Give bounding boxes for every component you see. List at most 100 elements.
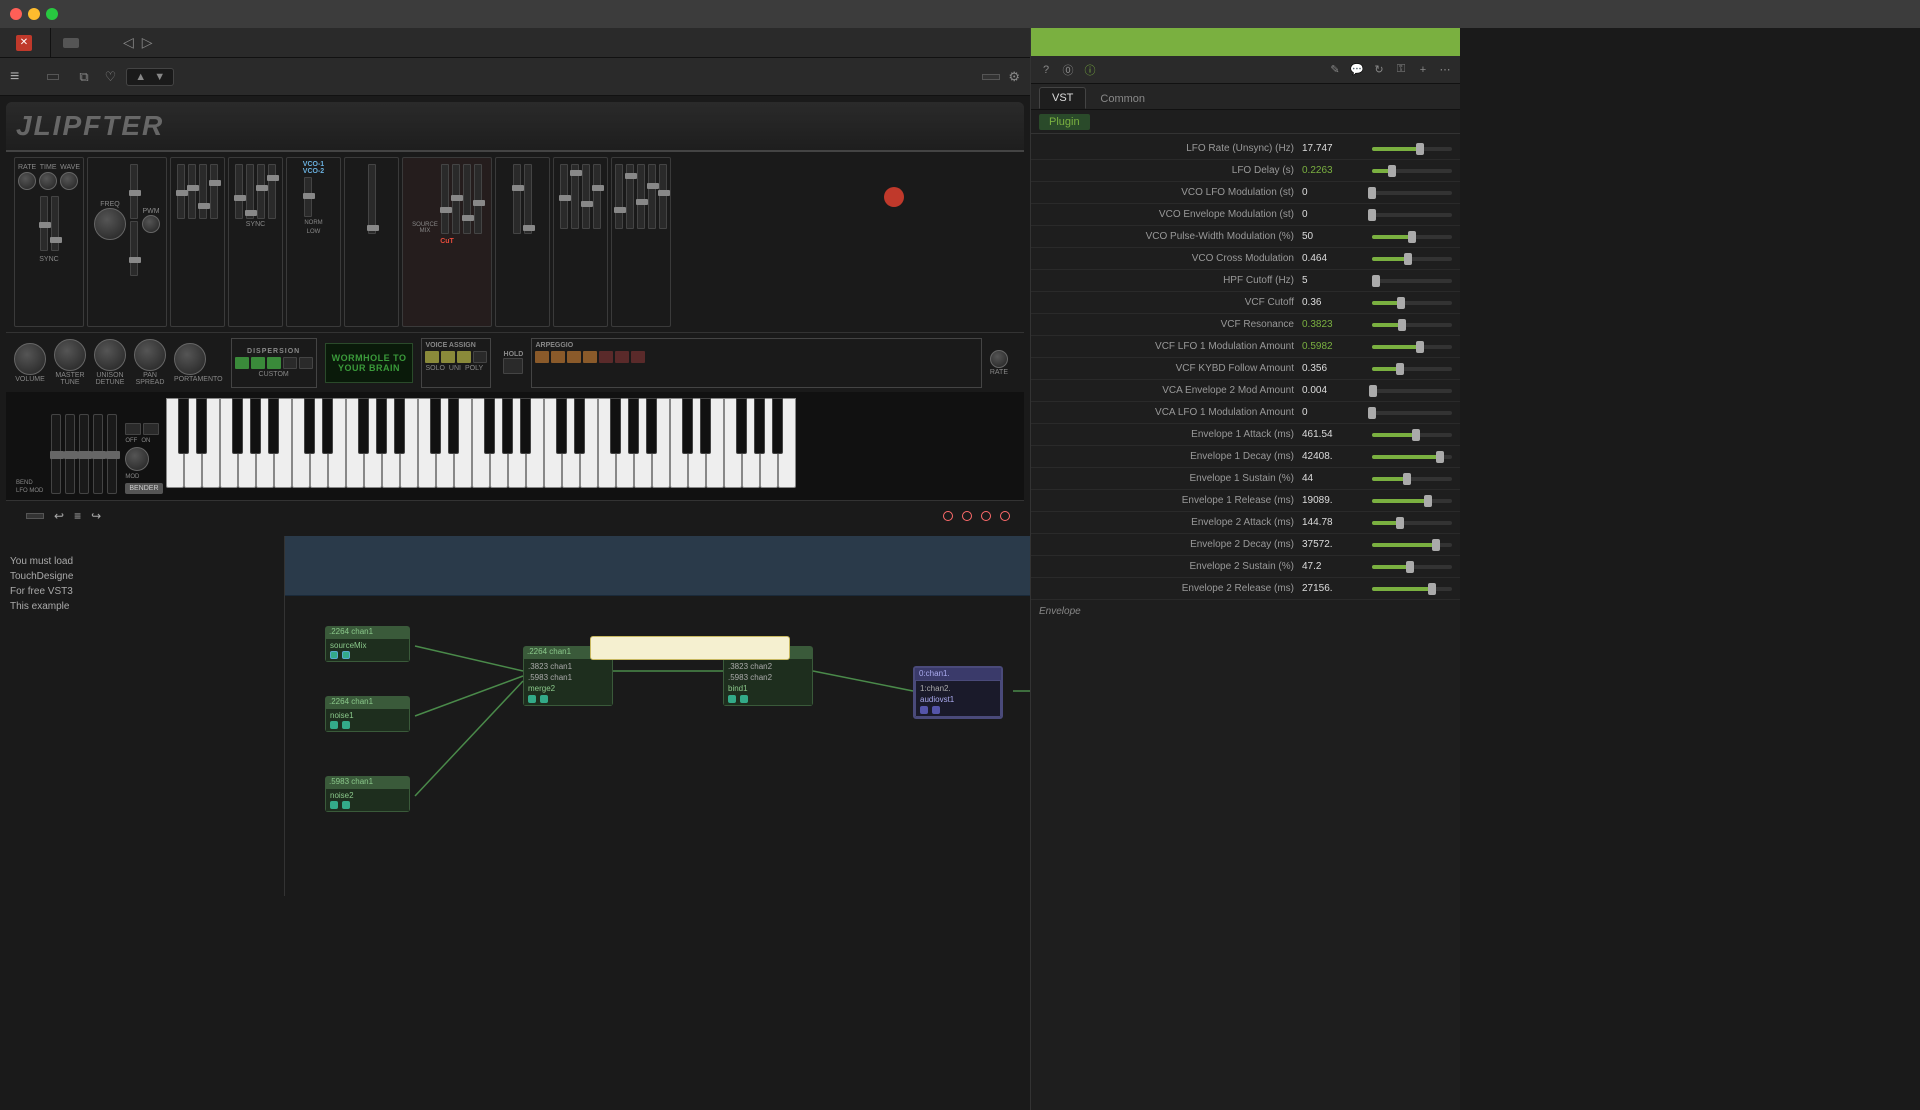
- vcf-res-slider[interactable]: [452, 164, 460, 234]
- bookmark-icon[interactable]: ⧉: [79, 69, 88, 85]
- voice-led-2[interactable]: [441, 351, 455, 363]
- overflow-icon[interactable]: ⋯: [1436, 61, 1454, 79]
- fullscreen-button[interactable]: [46, 8, 58, 20]
- param-slider-handle[interactable]: [1372, 275, 1380, 287]
- param-slider-handle[interactable]: [1396, 363, 1404, 375]
- hold-button[interactable]: [503, 358, 523, 374]
- param-slider[interactable]: [1372, 433, 1452, 437]
- black-key[interactable]: [520, 398, 531, 454]
- vco-freq-knob[interactable]: [94, 208, 126, 240]
- param-slider[interactable]: [1372, 345, 1452, 349]
- param-slider[interactable]: [1372, 565, 1452, 569]
- black-key[interactable]: [178, 398, 189, 454]
- volume-knob[interactable]: [14, 343, 46, 375]
- param-slider[interactable]: [1372, 213, 1452, 217]
- preset-next-icon[interactable]: ▼: [154, 71, 165, 83]
- black-key[interactable]: [232, 398, 243, 454]
- black-key[interactable]: [628, 398, 639, 454]
- bend-slider-2[interactable]: [65, 414, 75, 494]
- vco1-range-slider[interactable]: [188, 164, 196, 219]
- param-slider-handle[interactable]: [1412, 429, 1420, 441]
- param-slider[interactable]: [1372, 521, 1452, 525]
- vca-mod-slider[interactable]: [524, 164, 532, 234]
- settings-icon[interactable]: ⚙: [1008, 69, 1020, 85]
- env1-s-slider[interactable]: [582, 164, 590, 229]
- param-slider-handle[interactable]: [1388, 165, 1396, 177]
- wiki-close-icon[interactable]: ✕: [16, 35, 32, 51]
- timbre-option[interactable]: [962, 511, 976, 521]
- black-key[interactable]: [772, 398, 783, 454]
- param-slider[interactable]: [1372, 477, 1452, 481]
- param-slider[interactable]: [1372, 455, 1452, 459]
- env1-a-slider[interactable]: [560, 164, 568, 229]
- lfo-wave-knob[interactable]: [60, 172, 78, 190]
- param-slider-handle[interactable]: [1424, 495, 1432, 507]
- noise1-node[interactable]: .2264 chan1 noise1: [325, 696, 410, 732]
- param-slider-handle[interactable]: [1416, 341, 1424, 353]
- vco1-range2-slider[interactable]: [210, 164, 218, 219]
- env2-a-slider[interactable]: [615, 164, 623, 229]
- advanced-button[interactable]: [982, 74, 1000, 80]
- env2-flw-slider[interactable]: [659, 164, 667, 229]
- vcf-flw-slider[interactable]: [474, 164, 482, 234]
- black-key[interactable]: [304, 398, 315, 454]
- param-slider-handle[interactable]: [1368, 407, 1376, 419]
- edit-icon[interactable]: ✎: [1326, 61, 1344, 79]
- preset-bar[interactable]: ▲ ▼: [126, 68, 174, 86]
- add-icon[interactable]: +: [1414, 61, 1432, 79]
- param-slider[interactable]: [1372, 191, 1452, 195]
- param-slider-handle[interactable]: [1397, 297, 1405, 309]
- param-slider-handle[interactable]: [1398, 319, 1406, 331]
- voice-led-1[interactable]: [425, 351, 439, 363]
- param-slider-handle[interactable]: [1396, 517, 1404, 529]
- black-key[interactable]: [700, 398, 711, 454]
- subtab-plugin[interactable]: Plugin: [1039, 114, 1090, 130]
- vco1-cross-slider[interactable]: [177, 164, 185, 219]
- tab-common[interactable]: Common: [1088, 89, 1157, 109]
- bend-slider-5[interactable]: [107, 414, 117, 494]
- param-slider[interactable]: [1372, 147, 1452, 151]
- param-slider[interactable]: [1372, 279, 1452, 283]
- param-slider-handle[interactable]: [1403, 473, 1411, 485]
- time-option[interactable]: [981, 511, 995, 521]
- param-slider-handle[interactable]: [1416, 143, 1424, 155]
- vco-mod-slider-1[interactable]: [130, 164, 138, 219]
- arturia-close-icon[interactable]: [884, 187, 904, 207]
- last-button[interactable]: [26, 513, 44, 519]
- env1-d-slider[interactable]: [571, 164, 579, 229]
- bend-slider-3[interactable]: [79, 414, 89, 494]
- param-slider[interactable]: [1372, 389, 1452, 393]
- bend-slider-4[interactable]: [93, 414, 103, 494]
- arp-led-7[interactable]: [631, 351, 645, 363]
- black-key[interactable]: [430, 398, 441, 454]
- source-mix-node[interactable]: .2264 chan1 sourceMix: [325, 626, 410, 662]
- param-slider-handle[interactable]: [1368, 187, 1376, 199]
- refresh-icon[interactable]: ↻: [1370, 61, 1388, 79]
- switch-on-btn[interactable]: [143, 423, 159, 435]
- lfo-slider-2[interactable]: [51, 196, 59, 251]
- param-slider-handle[interactable]: [1408, 231, 1416, 243]
- black-key[interactable]: [268, 398, 279, 454]
- unison-knob[interactable]: [94, 339, 126, 371]
- param-slider-handle[interactable]: [1369, 385, 1377, 397]
- noise2-node[interactable]: .5983 chan1 noise2: [325, 776, 410, 812]
- vco2-slider-4[interactable]: [268, 164, 276, 219]
- movement-option[interactable]: [1000, 511, 1014, 521]
- arp-led-3[interactable]: [567, 351, 581, 363]
- bend-slider-1[interactable]: [51, 414, 61, 494]
- lfo-slider-1[interactable]: [40, 196, 48, 251]
- param-slider[interactable]: [1372, 543, 1452, 547]
- param-slider-handle[interactable]: [1404, 253, 1412, 265]
- mod-bender-knob[interactable]: [125, 447, 149, 471]
- hamburger-icon[interactable]: ≡: [10, 68, 19, 86]
- vco2-slider-1[interactable]: [235, 164, 243, 219]
- play-fwd-icon[interactable]: ↪: [91, 509, 101, 523]
- black-key[interactable]: [646, 398, 657, 454]
- black-key[interactable]: [736, 398, 747, 454]
- param-slider[interactable]: [1372, 301, 1452, 305]
- vco-mod-slider-2[interactable]: [130, 221, 138, 276]
- lfo-rate-knob[interactable]: [18, 172, 36, 190]
- black-key[interactable]: [502, 398, 513, 454]
- vco1-wave-slider[interactable]: [199, 164, 207, 219]
- minimize-icon[interactable]: [63, 38, 79, 48]
